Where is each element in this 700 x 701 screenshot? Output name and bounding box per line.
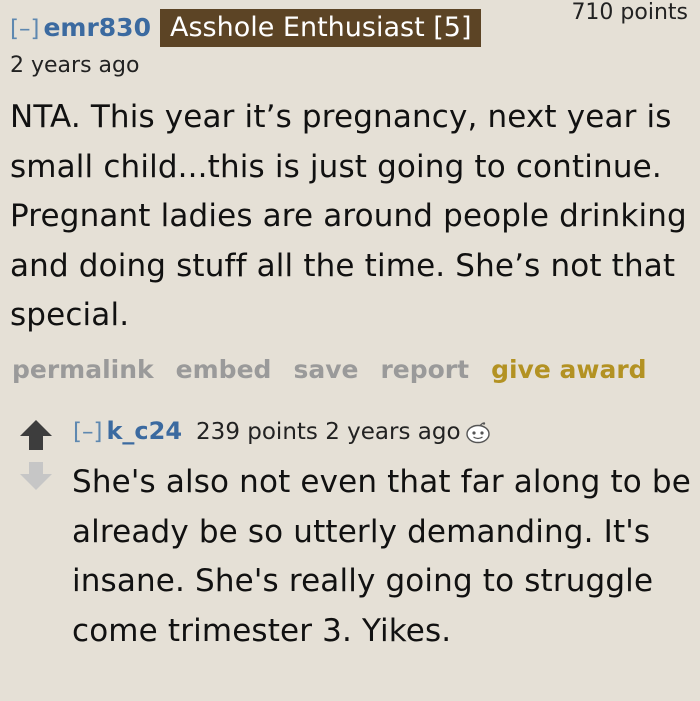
upvote-arrow-icon[interactable] xyxy=(20,420,52,450)
snoo-face-icon[interactable] xyxy=(465,420,491,443)
parent-author-link[interactable]: emr830 xyxy=(43,13,151,42)
reply-collapse-toggle[interactable]: [–] xyxy=(73,419,102,445)
parent-comment-body: NTA. This year it’s pregnancy, next year… xyxy=(10,99,687,333)
reply-tagline: [–] k_c24 239 points 2 years ago xyxy=(73,414,491,449)
vote-arrows xyxy=(18,418,54,498)
user-flair-badge: Asshole Enthusiast [5] xyxy=(159,9,481,47)
save-button[interactable]: save xyxy=(293,355,358,384)
permalink-button[interactable]: permalink xyxy=(12,355,154,384)
reply-comment-body: She's also not even that far along to be… xyxy=(72,464,691,649)
downvote-arrow-icon[interactable] xyxy=(20,462,52,490)
parent-collapse-toggle[interactable]: [–] xyxy=(10,16,39,42)
give-award-button[interactable]: give award xyxy=(491,355,646,384)
embed-button[interactable]: embed xyxy=(176,355,272,384)
report-button[interactable]: report xyxy=(380,355,469,384)
parent-score: 710 points xyxy=(571,0,688,25)
reply-author-link[interactable]: k_c24 xyxy=(106,417,182,445)
parent-action-buttons: permalink embed save report give award xyxy=(12,355,669,384)
reply-score-and-age: 239 points 2 years ago xyxy=(196,419,461,445)
parent-timestamp: 2 years ago xyxy=(10,53,140,78)
